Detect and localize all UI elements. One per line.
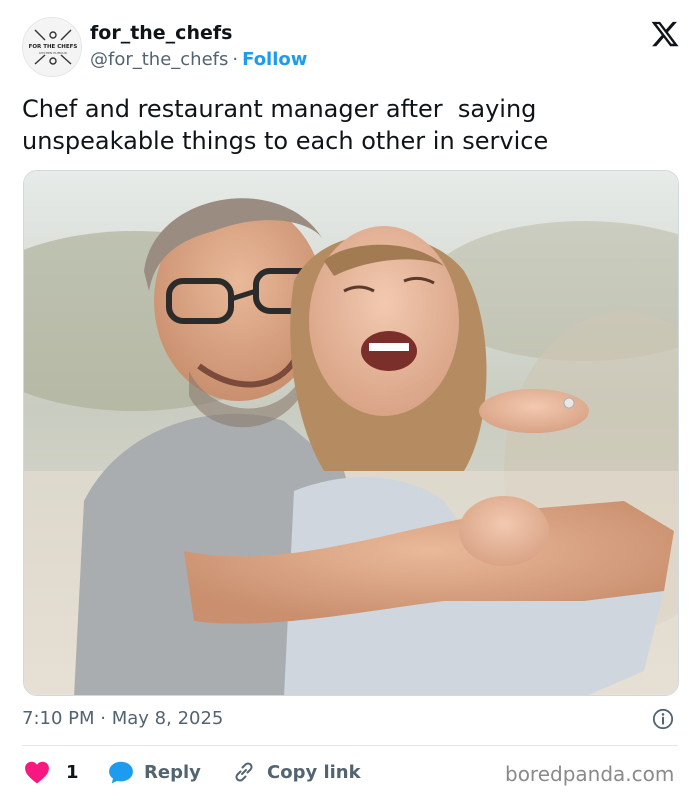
avatar-text: FOR THE CHEFS xyxy=(29,44,78,50)
like-count: 1 xyxy=(66,761,79,783)
avatar-logo-icon: FOR THE CHEFS KITCHEN HUMOUR xyxy=(23,18,81,76)
like-button[interactable]: 1 xyxy=(24,757,79,787)
handle-row: @for_the_chefs · Follow xyxy=(90,49,307,70)
tweet-date: May 8, 2025 xyxy=(111,708,224,729)
tweet-photo[interactable] xyxy=(23,170,679,696)
info-icon[interactable] xyxy=(652,708,674,730)
divider xyxy=(22,745,678,746)
copy-link-label: Copy link xyxy=(267,761,361,783)
tweet-text: Chef and restaurant manager after saying… xyxy=(22,95,549,155)
separator: · xyxy=(232,49,239,70)
link-icon xyxy=(235,762,253,782)
photo-couple-laughing xyxy=(24,171,678,695)
heart-icon xyxy=(25,761,49,784)
follow-button[interactable]: Follow xyxy=(242,49,307,70)
tweet-header: FOR THE CHEFS KITCHEN HUMOUR for_the_che… xyxy=(22,17,682,77)
reply-bubble-icon xyxy=(109,761,133,784)
tweet-time: 7:10 PM xyxy=(22,708,95,729)
copy-link-button[interactable]: Copy link xyxy=(231,757,361,787)
handle[interactable]: @for_the_chefs xyxy=(90,49,228,70)
avatar[interactable]: FOR THE CHEFS KITCHEN HUMOUR xyxy=(22,17,82,77)
x-logo-icon[interactable] xyxy=(650,19,680,49)
avatar-subtext: KITCHEN HUMOUR xyxy=(39,51,67,55)
reply-button[interactable]: Reply xyxy=(108,757,201,787)
timestamp[interactable]: 7:10 PM · May 8, 2025 xyxy=(22,708,223,729)
reply-label: Reply xyxy=(144,761,201,783)
display-name[interactable]: for_the_chefs xyxy=(90,22,232,44)
date-separator: · xyxy=(100,708,106,729)
watermark: boredpanda.com xyxy=(505,762,675,786)
